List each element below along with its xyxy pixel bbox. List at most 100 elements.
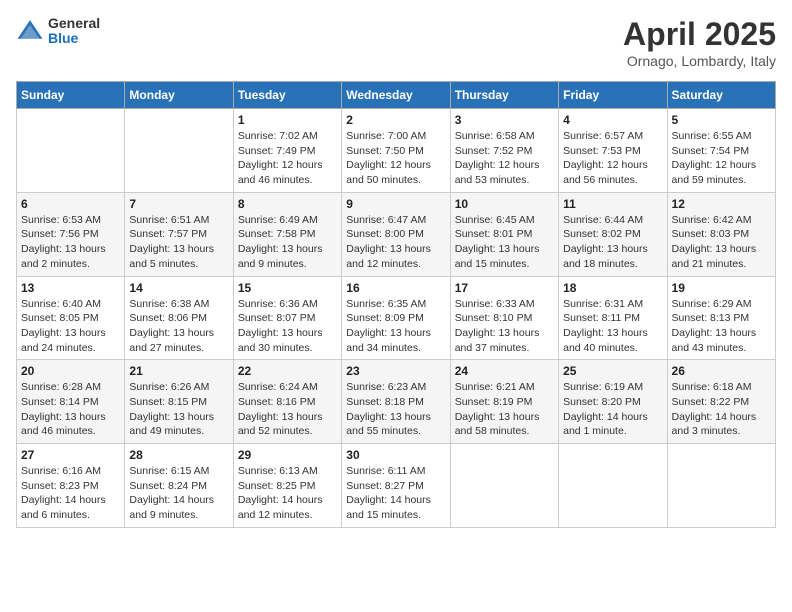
day-number: 3 [455, 113, 554, 127]
calendar-cell [17, 109, 125, 193]
calendar-cell: 20 Sunrise: 6:28 AM Sunset: 8:14 PM Dayli… [17, 360, 125, 444]
day-detail: Sunrise: 6:44 AM Sunset: 8:02 PM Dayligh… [563, 213, 662, 272]
day-detail: Sunrise: 6:35 AM Sunset: 8:09 PM Dayligh… [346, 297, 445, 356]
day-detail: Sunrise: 6:40 AM Sunset: 8:05 PM Dayligh… [21, 297, 120, 356]
calendar-cell: 4 Sunrise: 6:57 AM Sunset: 7:53 PM Daylig… [559, 109, 667, 193]
logo-blue: Blue [48, 31, 100, 46]
day-number: 29 [238, 448, 337, 462]
day-header: Friday [559, 82, 667, 109]
calendar-cell: 7Sunrise: 6:51 AM Sunset: 7:57 PM Daylig… [125, 192, 233, 276]
day-detail: Sunrise: 6:18 AM Sunset: 8:22 PM Dayligh… [672, 380, 771, 439]
day-header: Saturday [667, 82, 775, 109]
day-detail: Sunrise: 6:26 AM Sunset: 8:15 PM Dayligh… [129, 380, 228, 439]
calendar-cell: 2 Sunrise: 7:00 AM Sunset: 7:50 PM Daylig… [342, 109, 450, 193]
day-number: 23 [346, 364, 445, 378]
logo-icon [16, 17, 44, 45]
calendar-cell: 22 Sunrise: 6:24 AM Sunset: 8:16 PM Dayli… [233, 360, 341, 444]
day-number: 8 [238, 197, 337, 211]
calendar-cell [450, 444, 558, 528]
calendar-cell: 3 Sunrise: 6:58 AM Sunset: 7:52 PM Daylig… [450, 109, 558, 193]
day-header: Thursday [450, 82, 558, 109]
calendar-header-row: SundayMondayTuesdayWednesdayThursdayFrid… [17, 82, 776, 109]
calendar-cell [667, 444, 775, 528]
day-number: 12 [672, 197, 771, 211]
day-detail: Sunrise: 6:57 AM Sunset: 7:53 PM Dayligh… [563, 129, 662, 188]
calendar-cell: 27 Sunrise: 6:16 AM Sunset: 8:23 PM Dayli… [17, 444, 125, 528]
calendar-cell: 14Sunrise: 6:38 AM Sunset: 8:06 PM Dayli… [125, 276, 233, 360]
day-number: 13 [21, 281, 120, 295]
calendar-cell [125, 109, 233, 193]
calendar-cell: 15 Sunrise: 6:36 AM Sunset: 8:07 PM Dayli… [233, 276, 341, 360]
day-detail: Sunrise: 6:55 AM Sunset: 7:54 PM Dayligh… [672, 129, 771, 188]
day-detail: Sunrise: 6:45 AM Sunset: 8:01 PM Dayligh… [455, 213, 554, 272]
calendar-cell: 10 Sunrise: 6:45 AM Sunset: 8:01 PM Dayli… [450, 192, 558, 276]
day-number: 26 [672, 364, 771, 378]
day-detail: Sunrise: 6:21 AM Sunset: 8:19 PM Dayligh… [455, 380, 554, 439]
day-detail: Sunrise: 6:15 AM Sunset: 8:24 PM Dayligh… [129, 464, 228, 523]
day-detail: Sunrise: 6:24 AM Sunset: 8:16 PM Dayligh… [238, 380, 337, 439]
day-number: 27 [21, 448, 120, 462]
calendar-week-row: 27 Sunrise: 6:16 AM Sunset: 8:23 PM Dayli… [17, 444, 776, 528]
day-detail: Sunrise: 6:29 AM Sunset: 8:13 PM Dayligh… [672, 297, 771, 356]
day-detail: Sunrise: 6:49 AM Sunset: 7:58 PM Dayligh… [238, 213, 337, 272]
day-detail: Sunrise: 6:33 AM Sunset: 8:10 PM Dayligh… [455, 297, 554, 356]
day-number: 24 [455, 364, 554, 378]
day-number: 10 [455, 197, 554, 211]
day-number: 20 [21, 364, 120, 378]
calendar-cell: 21 Sunrise: 6:26 AM Sunset: 8:15 PM Dayli… [125, 360, 233, 444]
page-header: General Blue April 2025 Ornago, Lombardy… [16, 16, 776, 69]
calendar-cell: 25Sunrise: 6:19 AM Sunset: 8:20 PM Dayli… [559, 360, 667, 444]
calendar-cell: 30Sunrise: 6:11 AM Sunset: 8:27 PM Dayli… [342, 444, 450, 528]
day-number: 16 [346, 281, 445, 295]
day-detail: Sunrise: 6:42 AM Sunset: 8:03 PM Dayligh… [672, 213, 771, 272]
day-detail: Sunrise: 6:28 AM Sunset: 8:14 PM Dayligh… [21, 380, 120, 439]
day-detail: Sunrise: 6:31 AM Sunset: 8:11 PM Dayligh… [563, 297, 662, 356]
calendar-cell: 13 Sunrise: 6:40 AM Sunset: 8:05 PM Dayli… [17, 276, 125, 360]
day-detail: Sunrise: 6:36 AM Sunset: 8:07 PM Dayligh… [238, 297, 337, 356]
day-number: 1 [238, 113, 337, 127]
main-title: April 2025 [623, 16, 776, 53]
day-number: 2 [346, 113, 445, 127]
calendar-cell: 9Sunrise: 6:47 AM Sunset: 8:00 PM Daylig… [342, 192, 450, 276]
day-number: 25 [563, 364, 662, 378]
calendar-cell: 23 Sunrise: 6:23 AM Sunset: 8:18 PM Dayli… [342, 360, 450, 444]
calendar-cell: 1 Sunrise: 7:02 AM Sunset: 7:49 PM Daylig… [233, 109, 341, 193]
day-detail: Sunrise: 6:38 AM Sunset: 8:06 PM Dayligh… [129, 297, 228, 356]
day-number: 15 [238, 281, 337, 295]
day-detail: Sunrise: 7:00 AM Sunset: 7:50 PM Dayligh… [346, 129, 445, 188]
calendar-cell: 6 Sunrise: 6:53 AM Sunset: 7:56 PM Daylig… [17, 192, 125, 276]
calendar-cell: 18 Sunrise: 6:31 AM Sunset: 8:11 PM Dayli… [559, 276, 667, 360]
day-detail: Sunrise: 6:23 AM Sunset: 8:18 PM Dayligh… [346, 380, 445, 439]
calendar-cell: 19Sunrise: 6:29 AM Sunset: 8:13 PM Dayli… [667, 276, 775, 360]
day-header: Sunday [17, 82, 125, 109]
calendar-cell: 26 Sunrise: 6:18 AM Sunset: 8:22 PM Dayli… [667, 360, 775, 444]
day-number: 4 [563, 113, 662, 127]
calendar-cell: 29Sunrise: 6:13 AM Sunset: 8:25 PM Dayli… [233, 444, 341, 528]
day-number: 9 [346, 197, 445, 211]
day-header: Tuesday [233, 82, 341, 109]
day-number: 21 [129, 364, 228, 378]
day-number: 17 [455, 281, 554, 295]
day-number: 22 [238, 364, 337, 378]
calendar-cell: 8 Sunrise: 6:49 AM Sunset: 7:58 PM Daylig… [233, 192, 341, 276]
calendar-cell: 17 Sunrise: 6:33 AM Sunset: 8:10 PM Dayli… [450, 276, 558, 360]
calendar-cell: 16 Sunrise: 6:35 AM Sunset: 8:09 PM Dayli… [342, 276, 450, 360]
day-detail: Sunrise: 7:02 AM Sunset: 7:49 PM Dayligh… [238, 129, 337, 188]
day-number: 6 [21, 197, 120, 211]
day-number: 18 [563, 281, 662, 295]
calendar-cell: 12 Sunrise: 6:42 AM Sunset: 8:03 PM Dayli… [667, 192, 775, 276]
calendar-cell [559, 444, 667, 528]
day-header: Wednesday [342, 82, 450, 109]
day-header: Monday [125, 82, 233, 109]
day-detail: Sunrise: 6:51 AM Sunset: 7:57 PM Dayligh… [129, 213, 228, 272]
day-number: 28 [129, 448, 228, 462]
calendar-cell: 24 Sunrise: 6:21 AM Sunset: 8:19 PM Dayli… [450, 360, 558, 444]
day-number: 30 [346, 448, 445, 462]
calendar-cell: 5 Sunrise: 6:55 AM Sunset: 7:54 PM Daylig… [667, 109, 775, 193]
day-detail: Sunrise: 6:16 AM Sunset: 8:23 PM Dayligh… [21, 464, 120, 523]
day-number: 11 [563, 197, 662, 211]
day-number: 5 [672, 113, 771, 127]
day-detail: Sunrise: 6:53 AM Sunset: 7:56 PM Dayligh… [21, 213, 120, 272]
calendar-week-row: 13 Sunrise: 6:40 AM Sunset: 8:05 PM Dayli… [17, 276, 776, 360]
day-detail: Sunrise: 6:58 AM Sunset: 7:52 PM Dayligh… [455, 129, 554, 188]
